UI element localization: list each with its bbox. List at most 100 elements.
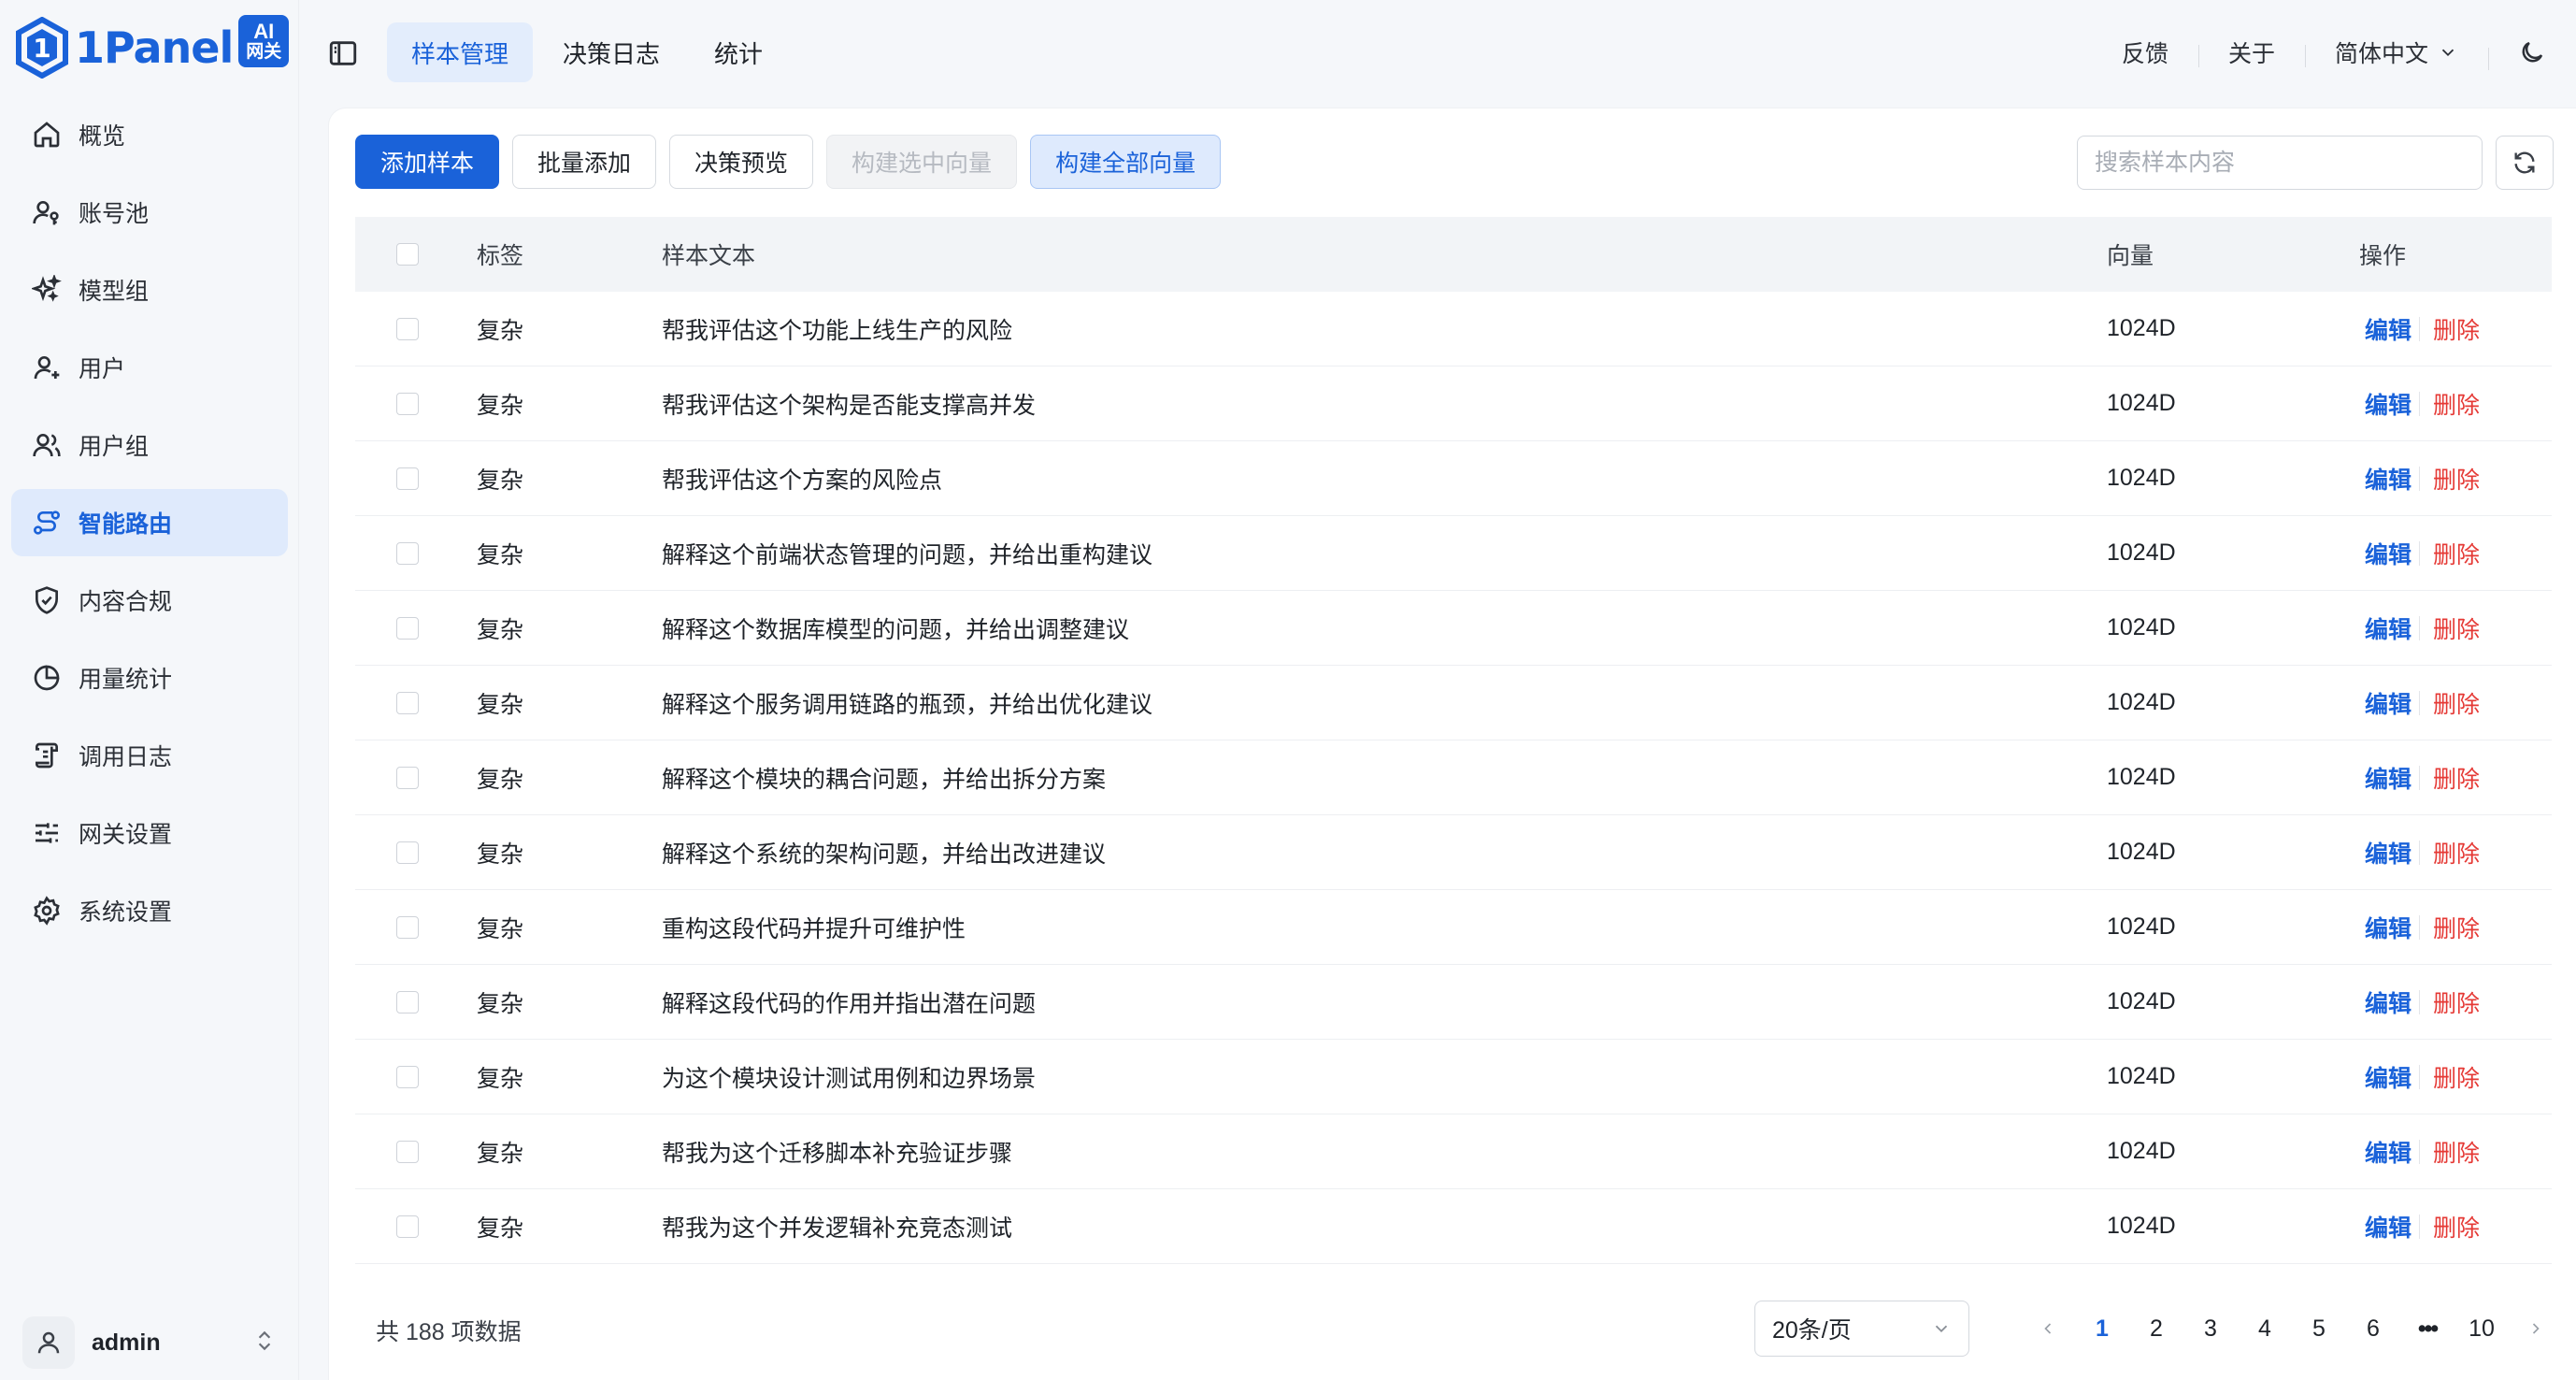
brand-logo[interactable]: 1 1Panel AI 网关 <box>15 15 290 79</box>
row-checkbox[interactable] <box>396 392 419 415</box>
edit-button[interactable]: 编辑 <box>2359 1060 2419 1094</box>
delete-button[interactable]: 删除 <box>2420 387 2480 421</box>
edit-button[interactable]: 编辑 <box>2359 1135 2419 1169</box>
row-checkbox[interactable] <box>396 616 419 640</box>
row-checkbox[interactable] <box>396 990 419 1013</box>
feedback-link[interactable]: 反馈 <box>2092 36 2198 69</box>
sidebar-item-smart-routing[interactable]: 智能路由 <box>11 489 288 556</box>
brand-badge-line1: AI <box>253 20 275 44</box>
sidebar-item-model-group[interactable]: 模型组 <box>11 256 288 323</box>
row-label: 复杂 <box>477 1065 524 1092</box>
edit-button[interactable]: 编辑 <box>2359 462 2419 496</box>
row-checkbox[interactable] <box>396 691 419 714</box>
row-sample-text: 帮我评估这个架构是否能支撑高并发 <box>662 392 1037 419</box>
table-row: 复杂 帮我为这个迁移脚本补充验证步骤 1024D 编辑 删除 <box>355 1114 2552 1189</box>
build-selected-vectors-button[interactable]: 构建选中向量 <box>826 135 1018 189</box>
sidebar-item-usage-stats[interactable]: 用量统计 <box>11 644 288 712</box>
edit-button[interactable]: 编辑 <box>2359 911 2419 944</box>
sidebar-item-overview[interactable]: 概览 <box>11 101 288 168</box>
row-checkbox[interactable] <box>396 841 419 864</box>
edit-button[interactable]: 编辑 <box>2359 537 2419 570</box>
edit-button[interactable]: 编辑 <box>2359 387 2419 421</box>
row-sample-text: 帮我评估这个方案的风险点 <box>662 467 943 494</box>
page-button[interactable]: 4 <box>2238 1301 2292 1357</box>
row-checkbox[interactable] <box>396 1140 419 1163</box>
edit-button[interactable]: 编辑 <box>2359 312 2419 346</box>
row-vector-dim: 1024D <box>2107 539 2176 566</box>
delete-button[interactable]: 删除 <box>2420 1210 2480 1243</box>
row-checkbox[interactable] <box>396 1215 419 1238</box>
sidebar-item-gateway-settings[interactable]: 网关设置 <box>11 799 288 867</box>
sidebar-nav: 概览 账号池 模型组 用户 用户组 智能路由 内容合规 用量统计 调用日志 网关… <box>11 101 288 955</box>
build-all-vectors-button[interactable]: 构建全部向量 <box>1030 135 1222 189</box>
sidebar-item-account-pool[interactable]: 账号池 <box>11 179 288 246</box>
page-button[interactable]: 1 <box>2075 1301 2129 1357</box>
page-button[interactable]: 2 <box>2129 1301 2183 1357</box>
next-page-button[interactable] <box>2509 1301 2563 1357</box>
batch-add-button[interactable]: 批量添加 <box>512 135 657 189</box>
delete-button[interactable]: 删除 <box>2420 611 2480 645</box>
tab-decision-log[interactable]: 决策日志 <box>538 22 684 82</box>
avatar <box>22 1316 75 1369</box>
sidebar-item-users[interactable]: 用户 <box>11 334 288 401</box>
tab-statistics[interactable]: 统计 <box>690 22 787 82</box>
theme-toggle[interactable] <box>2488 38 2576 70</box>
refresh-button[interactable] <box>2496 136 2554 190</box>
sidebar-item-user-groups[interactable]: 用户组 <box>11 411 288 479</box>
language-select[interactable]: 简体中文 <box>2304 36 2488 69</box>
delete-button[interactable]: 删除 <box>2420 1135 2480 1169</box>
delete-button[interactable]: 删除 <box>2420 537 2480 570</box>
more-pages-button[interactable]: ••• <box>2400 1301 2454 1357</box>
sidebar-item-label: 模型组 <box>79 279 150 305</box>
select-all-checkbox[interactable] <box>396 243 419 266</box>
edit-button[interactable]: 编辑 <box>2359 686 2419 720</box>
row-checkbox[interactable] <box>396 1065 419 1088</box>
brand-badge: AI 网关 <box>238 15 290 67</box>
user-menu[interactable]: admin <box>22 1315 277 1371</box>
delete-button[interactable]: 删除 <box>2420 911 2480 944</box>
row-sample-text: 解释这个服务调用链路的瓶颈，并给出优化建议 <box>662 691 1153 718</box>
delete-button[interactable]: 删除 <box>2420 462 2480 496</box>
row-vector-dim: 1024D <box>2107 689 2176 715</box>
delete-button[interactable]: 删除 <box>2420 836 2480 870</box>
row-vector-dim: 1024D <box>2107 1063 2176 1089</box>
delete-button[interactable]: 删除 <box>2420 1060 2480 1094</box>
edit-button[interactable]: 编辑 <box>2359 761 2419 795</box>
delete-button[interactable]: 删除 <box>2420 686 2480 720</box>
decision-preview-button[interactable]: 决策预览 <box>669 135 814 189</box>
delete-button[interactable]: 删除 <box>2420 312 2480 346</box>
sparkles-icon <box>30 273 62 305</box>
search-input[interactable] <box>2077 136 2483 190</box>
row-label: 复杂 <box>477 1215 524 1242</box>
page-button[interactable]: 3 <box>2183 1301 2238 1357</box>
sidebar-toggle-icon[interactable] <box>327 37 359 69</box>
row-checkbox[interactable] <box>396 915 419 939</box>
page-button[interactable]: 5 <box>2292 1301 2346 1357</box>
sidebar-item-call-logs[interactable]: 调用日志 <box>11 722 288 789</box>
row-checkbox[interactable] <box>396 317 419 340</box>
sidebar-item-system-settings[interactable]: 系统设置 <box>11 877 288 944</box>
tab-sample-management[interactable]: 样本管理 <box>387 22 534 82</box>
delete-button[interactable]: 删除 <box>2420 761 2480 795</box>
row-sample-text: 帮我评估这个功能上线生产的风险 <box>662 317 1013 344</box>
sidebar-item-content-compliance[interactable]: 内容合规 <box>11 567 288 634</box>
edit-button[interactable]: 编辑 <box>2359 1210 2419 1243</box>
add-sample-button[interactable]: 添加样本 <box>355 135 500 189</box>
row-vector-dim: 1024D <box>2107 465 2176 491</box>
delete-button[interactable]: 删除 <box>2420 985 2480 1019</box>
row-vector-dim: 1024D <box>2107 390 2176 416</box>
top-right-actions: 反馈 关于 简体中文 <box>2092 22 2576 82</box>
prev-page-button[interactable] <box>2021 1301 2075 1357</box>
page-size-select[interactable]: 20条/页 <box>1754 1301 1969 1357</box>
edit-button[interactable]: 编辑 <box>2359 836 2419 870</box>
edit-button[interactable]: 编辑 <box>2359 985 2419 1019</box>
chevron-down-icon <box>1935 1325 1948 1333</box>
page-button[interactable]: 6 <box>2346 1301 2400 1357</box>
row-checkbox[interactable] <box>396 541 419 565</box>
row-checkbox[interactable] <box>396 766 419 789</box>
row-sample-text: 帮我为这个并发逻辑补充竞态测试 <box>662 1215 1013 1242</box>
page-button[interactable]: 10 <box>2454 1301 2509 1357</box>
edit-button[interactable]: 编辑 <box>2359 611 2419 645</box>
row-checkbox[interactable] <box>396 467 419 490</box>
about-link[interactable]: 关于 <box>2197 36 2305 69</box>
